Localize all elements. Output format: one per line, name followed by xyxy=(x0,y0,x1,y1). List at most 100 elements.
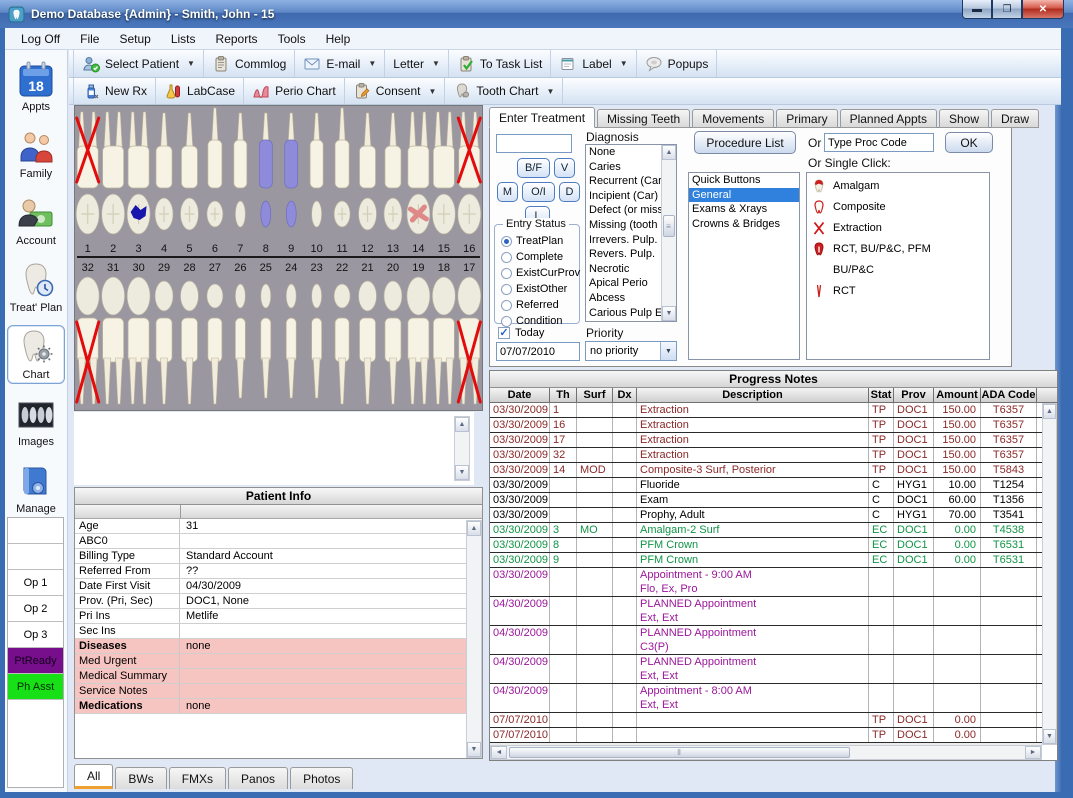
diagnosis-item-abcess[interactable]: Abcess xyxy=(586,291,661,306)
sidebar-item-appts[interactable]: 18Appts xyxy=(7,57,65,116)
progress-note-row[interactable]: 03/30/2009Appointment - 9:00 AMFlo, Ex, … xyxy=(490,568,1042,597)
quick-button-list[interactable]: AmalgamCompositeExtractionRCT, BU/P&C, P… xyxy=(806,172,990,360)
diagnosis-item-incipient-car[interactable]: Incipient (Car) xyxy=(586,189,661,204)
operatory-cell-op-3[interactable]: Op 3 xyxy=(8,622,63,648)
diagnosis-item-revers-pulp[interactable]: Revers. Pulp. xyxy=(586,247,661,262)
sidebar-item-account[interactable]: Account xyxy=(7,191,65,250)
toolbar-button-select-patient[interactable]: Select Patient▼ xyxy=(73,50,204,77)
progress-note-row[interactable]: 03/30/200914MODComposite-3 Surf, Posteri… xyxy=(490,463,1042,478)
progress-note-row[interactable]: 03/30/20098PFM CrownECDOC10.00T6531 xyxy=(490,538,1042,553)
column-header-ada-code[interactable]: ADA Code xyxy=(981,388,1037,402)
progress-note-row[interactable]: 03/30/20099PFM CrownECDOC10.00T6531 xyxy=(490,553,1042,568)
menu-reports[interactable]: Reports xyxy=(206,30,268,48)
chevron-down-icon[interactable]: ▼ xyxy=(620,59,628,68)
column-header-description[interactable]: Description xyxy=(637,388,869,402)
toolbar-button-new-rx[interactable]: New Rx xyxy=(73,78,156,104)
toolbar-button-label[interactable]: Label▼ xyxy=(551,50,636,77)
progress-note-row[interactable]: 03/30/2009Prophy, AdultCHYG170.00T3541 xyxy=(490,508,1042,523)
sidebar-item-manage[interactable]: Manage xyxy=(7,459,65,518)
toolbar-button-tooth-chart[interactable]: Tooth Chart▼ xyxy=(445,78,563,104)
notes-scrollbar[interactable]: ▲ ▼ xyxy=(454,416,470,481)
menu-lists[interactable]: Lists xyxy=(161,30,206,48)
diagnosis-item-defect-or-miss[interactable]: Defect (or miss xyxy=(586,203,661,218)
image-tab-photos[interactable]: Photos xyxy=(290,767,353,789)
maximize-button[interactable]: ❐ xyxy=(992,0,1022,19)
image-tab-all[interactable]: All xyxy=(74,764,113,789)
quick-button-bu-p-c[interactable]: BU/P&C xyxy=(807,259,989,280)
toolbar-button-labcase[interactable]: LabCase xyxy=(156,78,244,104)
quick-category-general[interactable]: General xyxy=(689,188,799,203)
progress-note-row[interactable]: 03/30/200917ExtractionTPDOC1150.00T6357 xyxy=(490,433,1042,448)
procedure-list-button[interactable]: Procedure List xyxy=(694,131,796,154)
menu-file[interactable]: File xyxy=(70,30,109,48)
menu-log-off[interactable]: Log Off xyxy=(11,30,70,48)
treatment-quick-input[interactable] xyxy=(496,134,572,153)
progress-note-row[interactable]: 04/30/2009Appointment - 8:00 AMExt, Ext xyxy=(490,684,1042,713)
chevron-down-icon[interactable]: ▼ xyxy=(660,342,676,360)
menu-help[interactable]: Help xyxy=(316,30,361,48)
column-header-dx[interactable]: Dx xyxy=(613,388,637,402)
minimize-button[interactable]: ▬ xyxy=(962,0,992,19)
diagnosis-item-apical-perio[interactable]: Apical Perio xyxy=(586,276,661,291)
image-tab-bws[interactable]: BWs xyxy=(115,767,166,789)
quick-button-composite[interactable]: Composite xyxy=(807,196,989,217)
quick-button-categories[interactable]: Quick ButtonsGeneralExams & XraysCrowns … xyxy=(688,172,800,360)
surface-button-v[interactable]: V xyxy=(554,158,575,178)
radio-treatplan[interactable]: TreatPlan xyxy=(495,233,579,249)
priority-dropdown[interactable]: no priority ▼ xyxy=(585,341,677,361)
treatment-notes-area[interactable]: ▲ ▼ xyxy=(74,412,474,485)
progress-note-row[interactable]: 07/07/2010TPDOC10.00 xyxy=(490,713,1042,728)
operatory-cell-op-1[interactable]: Op 1 xyxy=(8,570,63,596)
operatory-cell-item[interactable] xyxy=(8,544,63,570)
menu-tools[interactable]: Tools xyxy=(268,30,316,48)
surface-button-b-f[interactable]: B/F xyxy=(517,158,550,178)
toolbar-button-commlog[interactable]: Commlog xyxy=(204,50,295,77)
column-header-stat[interactable]: Stat xyxy=(869,388,894,402)
quick-button-rct[interactable]: RCT xyxy=(807,280,989,301)
sidebar-item-chart[interactable]: Chart xyxy=(7,325,65,384)
column-header-date[interactable]: Date xyxy=(490,388,550,402)
proc-code-input[interactable] xyxy=(824,133,934,152)
ok-button[interactable]: OK xyxy=(945,132,993,153)
operatory-cell-ptready[interactable]: PtReady xyxy=(8,648,63,674)
quick-button-extraction[interactable]: Extraction xyxy=(807,217,989,238)
quick-category-crowns-bridges[interactable]: Crowns & Bridges xyxy=(689,217,799,232)
operatory-cell-item[interactable] xyxy=(8,518,63,544)
image-tab-panos[interactable]: Panos xyxy=(228,767,288,789)
scroll-thumb[interactable]: ⫴ xyxy=(509,747,850,758)
operatory-cell-op-2[interactable]: Op 2 xyxy=(8,596,63,622)
scroll-down-icon[interactable]: ▼ xyxy=(1043,729,1056,744)
tab-movements[interactable]: Movements xyxy=(692,109,774,128)
quick-category-exams-xrays[interactable]: Exams & Xrays xyxy=(689,202,799,217)
tab-planned-appts[interactable]: Planned Appts xyxy=(840,109,937,128)
menu-setup[interactable]: Setup xyxy=(109,30,160,48)
radio-referred[interactable]: Referred xyxy=(495,297,579,313)
column-header-amount[interactable]: Amount xyxy=(934,388,981,402)
tab-show[interactable]: Show xyxy=(939,109,989,128)
tooth-chart-canvas[interactable]: 1322313304295286277268259241023112212211… xyxy=(74,105,483,411)
progress-note-row[interactable]: 03/30/200916ExtractionTPDOC1150.00T6357 xyxy=(490,418,1042,433)
image-tab-fmxs[interactable]: FMXs xyxy=(169,767,226,789)
progress-note-row[interactable]: 03/30/20091ExtractionTPDOC1150.00T6357 xyxy=(490,403,1042,418)
scroll-up-icon[interactable]: ▲ xyxy=(467,521,481,536)
diagnosis-item-missing-tooth-s[interactable]: Missing (tooth s xyxy=(586,218,661,233)
chevron-down-icon[interactable]: ▼ xyxy=(368,59,376,68)
surface-button-d[interactable]: D xyxy=(559,182,580,202)
progress-note-row[interactable]: 03/30/200932ExtractionTPDOC1150.00T6357 xyxy=(490,448,1042,463)
scroll-down-icon[interactable]: ▼ xyxy=(455,465,469,480)
column-header-th[interactable]: Th xyxy=(550,388,577,402)
sidebar-item-images[interactable]: Images xyxy=(7,392,65,451)
diagnosis-item-irrevers-pulp[interactable]: Irrevers. Pulp. xyxy=(586,233,661,248)
diagnosis-item-necrotic[interactable]: Necrotic xyxy=(586,262,661,277)
chevron-down-icon[interactable]: ▼ xyxy=(432,59,440,68)
chevron-down-icon[interactable]: ▼ xyxy=(187,59,195,68)
close-button[interactable]: ✕ xyxy=(1022,0,1064,19)
title-bar[interactable]: Demo Database {Admin} - Smith, John - 15… xyxy=(0,0,1073,28)
diagnosis-listbox[interactable]: NoneCariesRecurrent (Car)Incipient (Car)… xyxy=(585,144,677,322)
progress-note-row[interactable]: 03/30/2009FluorideCHYG110.00T1254 xyxy=(490,478,1042,493)
quick-category-quick-buttons[interactable]: Quick Buttons xyxy=(689,173,799,188)
sidebar-item-treat-plan[interactable]: Treat' Plan xyxy=(7,258,65,317)
patient-info-scrollbar[interactable]: ▲ ▼ xyxy=(466,520,482,758)
today-checkbox[interactable]: ✓ Today xyxy=(498,327,544,339)
toolbar-button-popups[interactable]: Popups xyxy=(637,50,718,77)
